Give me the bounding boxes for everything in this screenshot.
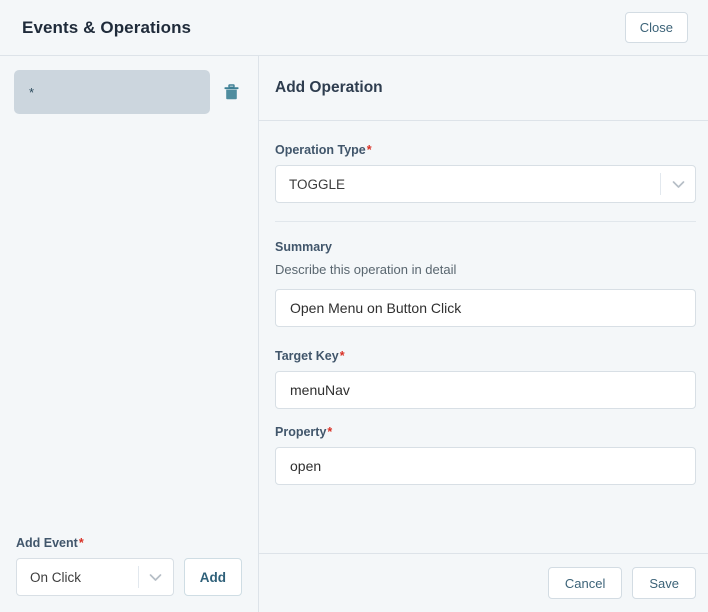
chevron-down-icon — [661, 180, 695, 189]
divider — [275, 221, 696, 222]
list-item: * — [14, 70, 244, 114]
operation-panel-title: Add Operation — [275, 79, 383, 96]
chevron-down-icon — [139, 573, 173, 582]
field-target-key: Target Key* menuNav — [275, 349, 696, 409]
property-value: open — [290, 458, 322, 474]
required-marker: * — [366, 143, 372, 157]
add-event-button[interactable]: Add — [183, 558, 242, 596]
operation-form: Operation Type* TOGGLE Summary Describe … — [259, 121, 708, 553]
add-event-label: Add Event* — [16, 536, 84, 550]
event-type-select[interactable]: On Click — [16, 558, 174, 596]
required-marker: * — [339, 349, 345, 363]
events-sidebar: * Add Event* On Click Add — [0, 56, 259, 612]
summary-value: Open Menu on Button Click — [290, 300, 462, 316]
target-key-value: menuNav — [290, 382, 350, 398]
event-item-selected[interactable]: * — [14, 70, 210, 114]
property-input[interactable]: open — [275, 447, 696, 485]
required-marker: * — [78, 536, 84, 550]
event-item-label: * — [29, 84, 35, 100]
summary-helper-text: Describe this operation in detail — [275, 262, 457, 277]
summary-input[interactable]: Open Menu on Button Click — [275, 289, 696, 327]
modal-header: Events & Operations Close — [0, 0, 708, 56]
cancel-button[interactable]: Cancel — [547, 567, 623, 599]
field-summary: Summary Describe this operation in detai… — [275, 240, 696, 327]
field-operation-type: Operation Type* TOGGLE — [275, 143, 696, 203]
close-button[interactable]: Close — [624, 12, 688, 43]
page-title: Events & Operations — [22, 17, 192, 37]
target-key-label: Target Key* — [275, 349, 345, 363]
operation-panel: Add Operation Operation Type* TOGGLE Sum… — [259, 56, 708, 612]
events-operations-modal: Events & Operations Close * Add Event* O… — [0, 0, 708, 612]
modal-body: * Add Event* On Click Add Add Operation … — [0, 56, 708, 612]
add-event-row: On Click Add — [16, 558, 242, 596]
required-marker: * — [327, 425, 333, 439]
summary-label: Summary — [275, 240, 332, 254]
target-key-input[interactable]: menuNav — [275, 371, 696, 409]
event-type-value: On Click — [30, 569, 82, 585]
field-property: Property* open — [275, 425, 696, 485]
operation-panel-header: Add Operation — [259, 56, 708, 121]
operation-type-select[interactable]: TOGGLE — [275, 165, 696, 203]
delete-event-button[interactable] — [218, 79, 244, 105]
operation-footer: Cancel Save — [259, 553, 708, 612]
trash-icon — [224, 83, 239, 101]
event-list: * — [0, 56, 258, 536]
save-button[interactable]: Save — [632, 567, 696, 599]
operation-type-value: TOGGLE — [289, 176, 346, 192]
add-event-section: Add Event* On Click Add — [0, 536, 258, 612]
operation-type-label: Operation Type* — [275, 143, 372, 157]
property-label: Property* — [275, 425, 333, 439]
